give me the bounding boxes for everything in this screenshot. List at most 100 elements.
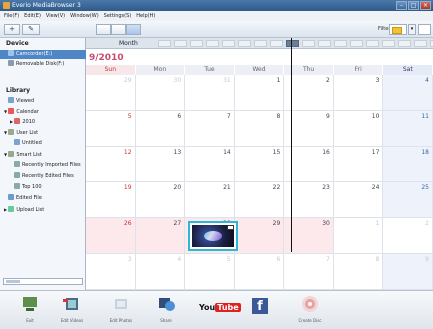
chevron-down-icon[interactable]: ▾ bbox=[408, 24, 416, 35]
calendar-day-cell[interactable]: 1 bbox=[234, 75, 285, 111]
sidebar-item-camcorder[interactable]: Camcorder(E:) bbox=[0, 50, 86, 59]
timeline-cell[interactable] bbox=[366, 40, 379, 47]
timeline-cell[interactable] bbox=[286, 40, 299, 47]
calendar-day-cell[interactable]: 4 bbox=[135, 254, 186, 290]
calendar-day-cell[interactable]: 12 bbox=[86, 146, 136, 183]
minimize-icon[interactable]: – bbox=[396, 1, 407, 10]
timeline-cell[interactable] bbox=[222, 40, 235, 47]
sidebar-item-top-100[interactable]: Top 100 bbox=[0, 183, 86, 192]
sidebar-item-removable-disk[interactable]: Removable Disk(F:) bbox=[0, 60, 86, 69]
calendar-day-cell[interactable]: 6 bbox=[234, 254, 285, 290]
edit-videos-button[interactable]: Edit Videos bbox=[52, 293, 92, 329]
calendar-day-cell[interactable]: 14 bbox=[185, 146, 235, 183]
calendar-day-cell[interactable]: 29 bbox=[234, 218, 285, 255]
day-number: 6 bbox=[276, 256, 281, 264]
timeline-cell[interactable] bbox=[190, 40, 203, 47]
day-number: 17 bbox=[371, 148, 380, 156]
timeline-cell[interactable] bbox=[158, 40, 171, 47]
calendar-day-cell[interactable]: 8 bbox=[333, 254, 384, 290]
calendar-day-cell[interactable]: 19 bbox=[86, 182, 136, 219]
timeline-cell[interactable] bbox=[254, 40, 267, 47]
sidebar-item-smart-list[interactable]: ▼ Smart List bbox=[0, 150, 86, 159]
calendar-day-cell[interactable]: 4 bbox=[383, 75, 433, 111]
sidebar-item-untitled[interactable]: Untitled bbox=[0, 139, 86, 148]
timeline-cell[interactable] bbox=[206, 40, 219, 47]
sidebar-item-2010[interactable]: ▶ 2010 bbox=[0, 117, 86, 126]
sidebar-scrollbar[interactable] bbox=[3, 278, 83, 285]
share-button[interactable]: Share bbox=[146, 293, 186, 329]
calendar-day-cell[interactable]: 7 bbox=[185, 110, 235, 147]
menu-settings[interactable]: Settings(S) bbox=[104, 11, 132, 21]
calendar-day-cell[interactable]: 2 bbox=[383, 218, 433, 255]
list-view-icon[interactable] bbox=[111, 24, 126, 35]
youtube-button[interactable]: You Tube bbox=[195, 293, 241, 329]
calendar-day-cell[interactable]: 17 bbox=[333, 146, 384, 183]
calendar-day-cell[interactable]: 18 bbox=[383, 146, 433, 183]
exit-button[interactable]: Exit bbox=[10, 293, 50, 329]
timeline-cell[interactable] bbox=[174, 40, 187, 47]
calendar-day-cell[interactable]: 15 bbox=[234, 146, 285, 183]
timeline-cell[interactable] bbox=[350, 40, 363, 47]
close-icon[interactable]: × bbox=[420, 1, 431, 10]
sidebar-item-calendar[interactable]: ▼ Calendar bbox=[0, 107, 86, 116]
calendar-day-cell[interactable]: 7 bbox=[284, 254, 334, 290]
zoom-dropdown[interactable] bbox=[418, 24, 431, 35]
calendar-day-cell[interactable]: 1 bbox=[333, 218, 384, 255]
calendar-day-cell[interactable]: 29 bbox=[86, 75, 136, 111]
day-number: 4 bbox=[425, 77, 429, 84]
timeline-cell[interactable] bbox=[270, 40, 283, 47]
calendar-day-cell[interactable]: 3 bbox=[86, 254, 136, 290]
menu-window[interactable]: Window(W) bbox=[70, 11, 99, 21]
maximize-icon[interactable]: □ bbox=[408, 1, 419, 10]
menu-file[interactable]: File(F) bbox=[4, 11, 19, 21]
viewed-icon bbox=[8, 97, 14, 103]
calendar-day-cell[interactable]: 9 bbox=[383, 254, 433, 290]
sidebar-item-edited-file[interactable]: Edited File bbox=[0, 194, 86, 203]
timeline-cell[interactable] bbox=[414, 40, 427, 47]
calendar-day-cell[interactable]: 5 bbox=[86, 110, 136, 147]
calendar-day-cell[interactable]: 25 bbox=[383, 182, 433, 219]
sidebar-item-viewed[interactable]: Viewed bbox=[0, 97, 86, 106]
facebook-button[interactable]: f bbox=[240, 293, 280, 329]
calendar-day-cell[interactable]: 30 bbox=[135, 75, 186, 111]
timeline-cell[interactable] bbox=[382, 40, 395, 47]
calendar-day-cell[interactable]: 10 bbox=[333, 110, 384, 147]
menu-view[interactable]: View(V) bbox=[46, 11, 65, 21]
sidebar-item-recently-edited[interactable]: Recently Edited Files bbox=[0, 172, 86, 181]
calendar-day-cell[interactable]: 21 bbox=[185, 182, 235, 219]
edit-photos-label: Edit Photos bbox=[109, 318, 133, 323]
create-disc-button[interactable]: Create Disc bbox=[290, 293, 330, 329]
sidebar-item-upload-list[interactable]: ▶ Upload List bbox=[0, 205, 86, 214]
timeline-cell[interactable] bbox=[318, 40, 331, 47]
calendar-day-cell[interactable]: 31 bbox=[185, 75, 235, 111]
timeline-cell[interactable] bbox=[398, 40, 411, 47]
video-thumbnail[interactable] bbox=[188, 221, 238, 251]
grid-view-icon[interactable] bbox=[96, 24, 111, 35]
calendar-day-cell[interactable]: 6 bbox=[135, 110, 186, 147]
timeline-cell[interactable] bbox=[334, 40, 347, 47]
calendar-day-cell[interactable]: 3 bbox=[333, 75, 384, 111]
timeline-cell[interactable] bbox=[302, 40, 315, 47]
sidebar-item-recently-imported[interactable]: Recently Imported Files bbox=[0, 161, 86, 170]
calendar-day-cell[interactable]: 8 bbox=[234, 110, 285, 147]
edit-button[interactable]: ✎ bbox=[22, 24, 40, 35]
calendar-day-cell[interactable]: 26 bbox=[86, 218, 136, 255]
add-button[interactable]: + bbox=[4, 24, 20, 35]
menu-edit[interactable]: Edit(E) bbox=[24, 11, 41, 21]
calendar-day-cell[interactable]: 22 bbox=[234, 182, 285, 219]
edit-photos-button[interactable]: Edit Photos bbox=[101, 293, 141, 329]
camcorder-icon bbox=[8, 50, 14, 56]
calendar-day-cell[interactable]: 20 bbox=[135, 182, 186, 219]
day-number: 31 bbox=[223, 77, 231, 84]
calendar-day-cell[interactable]: 13 bbox=[135, 146, 186, 183]
scrollbar-thumb[interactable] bbox=[6, 280, 20, 283]
calendar-day-cell[interactable]: 5 bbox=[185, 254, 235, 290]
calendar-view-icon[interactable] bbox=[126, 24, 141, 35]
calendar-day-cell[interactable]: 27 bbox=[135, 218, 186, 255]
menu-help[interactable]: Help(H) bbox=[136, 11, 155, 21]
calendar-day-cell[interactable]: 24 bbox=[333, 182, 384, 219]
sidebar-item-user-list[interactable]: ▼ User List bbox=[0, 128, 86, 137]
filter-dropdown[interactable] bbox=[389, 24, 407, 35]
timeline-cell[interactable] bbox=[238, 40, 251, 47]
calendar-day-cell[interactable]: 11 bbox=[383, 110, 433, 147]
